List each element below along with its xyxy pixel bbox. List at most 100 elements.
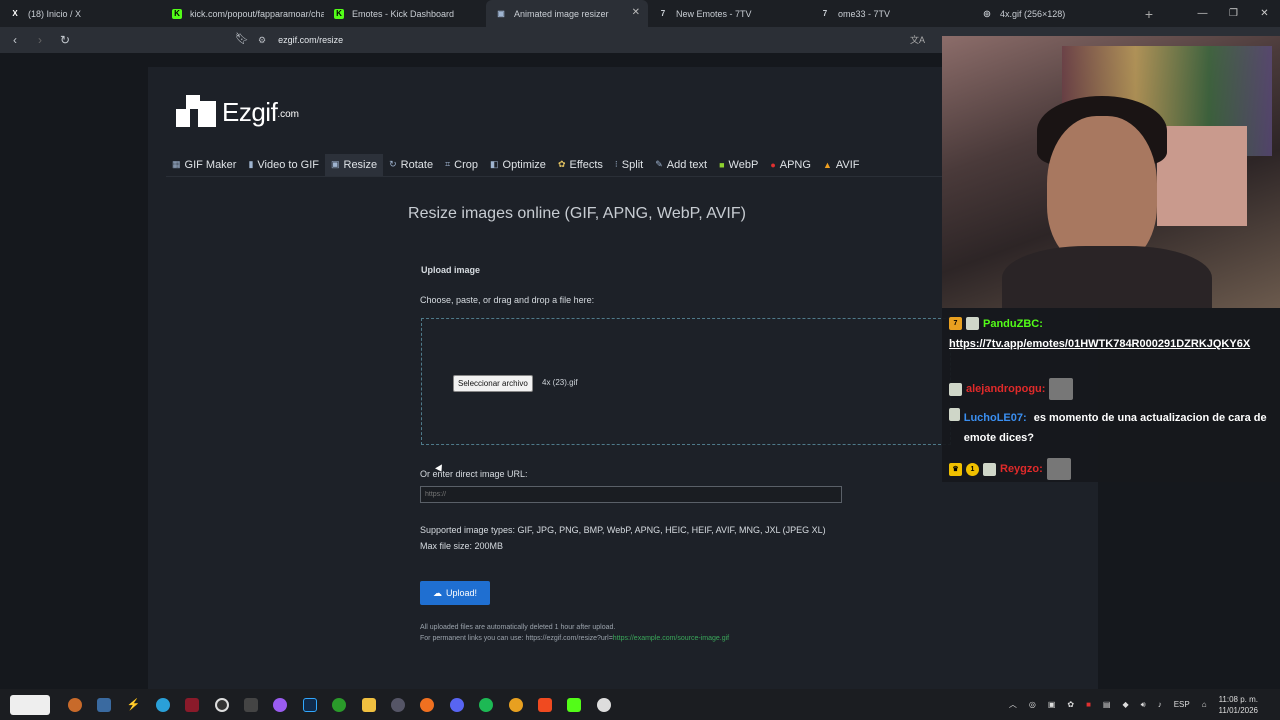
tab-label: ome33 - 7TV [838, 8, 891, 19]
menu-split[interactable]: ⁝ Split [609, 154, 649, 176]
rotate-icon: ↻ [389, 159, 397, 169]
app-icon[interactable] [178, 689, 207, 720]
chat-username[interactable]: LuchoLE07: [964, 412, 1027, 424]
back-icon[interactable]: ‹ [5, 30, 25, 50]
chat-username[interactable]: Reygzo: [1000, 463, 1043, 475]
upload-button-label: Upload! [445, 588, 478, 598]
menu-avif[interactable]: ▲ AVIF [817, 154, 866, 176]
translate-icon[interactable]: 文A [910, 33, 925, 46]
tab-x-home[interactable]: X (18) Inicio / X [0, 0, 162, 27]
streamer-shirt [1002, 246, 1212, 308]
menu-label: Add text [666, 158, 708, 171]
file-drop-zone[interactable]: Seleccionar archivo 4x (23).gif [421, 318, 951, 445]
tab-kick-emotes[interactable]: K Emotes - Kick Dashboard [324, 0, 486, 27]
ezgif-logo[interactable]: Ezgif .com [176, 95, 299, 127]
menu-effects[interactable]: ✿ Effects [552, 154, 609, 176]
chat-link[interactable]: https://7tv.app/emotes/01HWTK784R000291D… [949, 335, 1250, 354]
bookmark-icon[interactable]: 🔖︎ [235, 32, 249, 45]
chat-emote [1049, 378, 1074, 400]
subscriber-badge-icon [949, 382, 962, 396]
example-link[interactable]: https://example.com/source-image.gif [613, 635, 729, 642]
kick-icon[interactable] [560, 689, 589, 720]
menu-gif-maker[interactable]: ▦ GIF Maker [166, 154, 242, 176]
tray-app-icon[interactable]: ✿ [1067, 700, 1074, 709]
new-tab-button[interactable]: + [1134, 0, 1164, 27]
menu-resize[interactable]: ▣ Resize [324, 153, 384, 176]
close-window-icon[interactable]: ✕ [1249, 0, 1280, 27]
discord-icon[interactable] [442, 689, 471, 720]
tab-label: kick.com/popout/fapparamoar/chat [190, 8, 324, 19]
volume-icon[interactable]: 🔊︎ [1141, 700, 1146, 710]
choose-file-button[interactable]: Seleccionar archivo [453, 375, 533, 392]
menu-label: WebP [728, 158, 759, 171]
video-icon: ▮ [248, 159, 254, 169]
menu-add-text[interactable]: ✎ Add text [649, 154, 713, 176]
maximize-icon[interactable]: ❐ [1218, 0, 1249, 27]
menu-rotate[interactable]: ↻ Rotate [383, 154, 439, 176]
optimize-icon: ◧ [490, 159, 499, 169]
app-icon[interactable] [89, 689, 118, 720]
avif-icon: ▲ [822, 159, 832, 170]
app-icon[interactable] [589, 689, 618, 720]
tab-kick-chat[interactable]: K kick.com/popout/fapparamoar/chat [162, 0, 324, 27]
upload-button[interactable]: ☁ Upload! [420, 581, 490, 605]
g-hub-icon[interactable] [207, 689, 236, 720]
brave-icon[interactable] [530, 689, 559, 720]
tray-app-icon[interactable]: ▣ [1048, 700, 1056, 709]
site-info-icon[interactable]: ⚙ [258, 35, 266, 46]
tab-7tv-ome33[interactable]: 7 ome33 - 7TV [810, 0, 972, 27]
menu-label: APNG [779, 158, 811, 171]
forward-icon[interactable]: › [30, 30, 50, 50]
menu-label: AVIF [835, 158, 860, 171]
xbox-icon[interactable] [325, 689, 354, 720]
menu-webp[interactable]: ■ WebP [713, 154, 764, 176]
image-url-input[interactable] [420, 486, 842, 503]
lightning-icon[interactable]: ⚡ [119, 689, 148, 720]
close-tab-icon[interactable]: ✕ [632, 7, 640, 18]
tray-app-icon[interactable]: ▤ [1103, 700, 1111, 709]
spotify-icon[interactable] [471, 689, 500, 720]
chevron-up-icon[interactable]: ︿ [1009, 699, 1017, 710]
network-icon[interactable]: ⌂ [1202, 700, 1207, 709]
tray-app-icon[interactable]: ◎ [1029, 700, 1036, 709]
clock[interactable]: 11:08 p. m. 11/01/2026 [1219, 694, 1258, 716]
tray-app-icon[interactable]: ◆ [1122, 700, 1128, 709]
auto-delete-note: All uploaded files are automatically del… [420, 624, 616, 631]
chat-username[interactable]: PanduZBC: [983, 318, 1043, 330]
webcam-overlay [942, 36, 1280, 308]
subscriber-badge-icon [983, 462, 996, 476]
microphone-icon[interactable]: ♪ [1158, 700, 1162, 709]
menu-label: Crop [454, 158, 479, 171]
obs-icon[interactable] [266, 689, 295, 720]
minimize-icon[interactable]: — [1187, 0, 1218, 27]
tab-7tv-new-emotes[interactable]: 7 New Emotes - 7TV [648, 0, 810, 27]
text-icon: ✎ [655, 159, 663, 169]
menu-label: GIF Maker [184, 158, 237, 171]
keyboard-language[interactable]: ESP [1174, 700, 1190, 709]
app-icon[interactable] [60, 689, 89, 720]
clock-time: 11:08 p. m. [1218, 694, 1258, 704]
chrome-icon[interactable] [501, 689, 530, 720]
file-explorer-icon[interactable] [354, 689, 383, 720]
start-widget-icon[interactable] [0, 689, 60, 720]
firefox-icon[interactable] [413, 689, 442, 720]
page-title: Resize images online (GIF, APNG, WebP, A… [408, 205, 746, 222]
menu-optimize[interactable]: ◧ Optimize [484, 154, 552, 176]
tray-app-icon[interactable]: ■ [1086, 700, 1091, 709]
app-icon[interactable] [383, 689, 412, 720]
menu-crop[interactable]: ⌗ Crop [439, 154, 484, 176]
tab-4x-gif[interactable]: ◎ 4x.gif (256×128) [972, 0, 1134, 27]
reload-icon[interactable]: ↻ [55, 30, 75, 50]
app-icon[interactable] [236, 689, 265, 720]
background-poster [1157, 126, 1247, 226]
photoshop-icon[interactable] [295, 689, 324, 720]
menu-label: Effects [569, 158, 603, 171]
menu-apng[interactable]: ● APNG [764, 154, 817, 176]
edge-icon[interactable] [148, 689, 177, 720]
logo-text: Ezgif [222, 97, 278, 127]
7tv-icon: 7 [660, 9, 666, 18]
chat-username[interactable]: alejandropogu: [966, 383, 1045, 395]
menu-video-to-gif[interactable]: ▮ Video to GIF [242, 154, 325, 176]
address-bar[interactable]: ⚙ ezgif.com/resize [258, 30, 948, 50]
tab-ezgif-resizer[interactable]: ▣ Animated image resizer ✕ [486, 0, 648, 27]
